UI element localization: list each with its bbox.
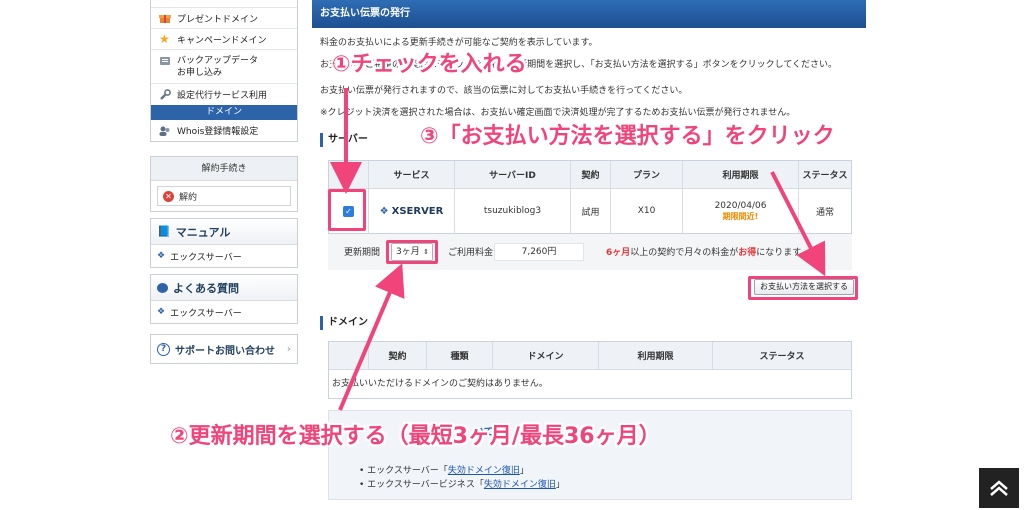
star-icon: ★ bbox=[159, 32, 170, 46]
wrench-icon bbox=[159, 88, 171, 101]
sidebar-manual-link-label: エックスサーバー bbox=[170, 252, 242, 263]
sidebar-item-label: 解約 bbox=[179, 192, 198, 203]
header-cell: 種類 bbox=[427, 342, 493, 370]
header-cell: プラン bbox=[611, 161, 683, 189]
expiry-warning: 期限間近! bbox=[722, 211, 759, 221]
xserver-mark-icon: ❖ bbox=[379, 205, 389, 217]
promo-highlight: お得 bbox=[738, 248, 757, 258]
promo-end: になります bbox=[756, 248, 802, 258]
sidebar-item-backup[interactable]: バックアップデータ お申し込み bbox=[151, 50, 297, 84]
header-cell: 利用期限 bbox=[683, 161, 799, 189]
question-icon: ? bbox=[157, 342, 170, 356]
sidebar-faq-link[interactable]: ❖ エックスサーバー bbox=[151, 301, 297, 323]
sidebar-cancel-heading: 解約手続き bbox=[151, 157, 297, 181]
annotation-step3: ③「お支払い方法を選択する」をクリック bbox=[420, 124, 835, 149]
expiry-cell: 2020/04/06 期限間近! bbox=[683, 189, 799, 233]
renewal-label: 更新期間 bbox=[344, 248, 381, 258]
renewal-select-highlight bbox=[386, 240, 438, 264]
sidebar-item-setup-service[interactable]: 設定代行サービス利用 bbox=[151, 84, 297, 105]
sidebar-manual-label: マニュアル bbox=[175, 225, 231, 239]
sidebar-faq-title: よくある質問 bbox=[151, 275, 297, 301]
page-title: お支払い伝票の発行 bbox=[312, 0, 866, 28]
server-id-cell: tsuzukiblog3 bbox=[455, 189, 571, 233]
annotation-step1: ①チェックを入れる bbox=[332, 52, 527, 77]
expired-domain-recovery-link[interactable]: 失効ドメイン復旧 bbox=[448, 466, 520, 476]
sidebar-faq-link-label: エックスサーバー bbox=[170, 308, 242, 319]
domain-table-header: 契約 種類 ドメイン 利用期限 ステータス bbox=[329, 342, 851, 370]
header-cell-select bbox=[329, 161, 369, 189]
sidebar-item-cut bbox=[151, 0, 297, 8]
sidebar-domain-heading: ドメイン bbox=[151, 105, 297, 120]
sidebar-item-label: Whois登録情報設定 bbox=[177, 127, 259, 137]
annotation-step2: ②更新期間を選択する（最短3ヶ月/最長36ヶ月） bbox=[170, 424, 661, 449]
header-cell: ステータス bbox=[799, 161, 851, 189]
sidebar-item-whois[interactable]: Whois登録情報設定 bbox=[151, 120, 297, 141]
chevron-right-icon: › bbox=[286, 343, 291, 355]
domain-empty-message: お支払いいただけるドメインのご契約はありません。 bbox=[332, 379, 548, 389]
header-cell: 契約 bbox=[571, 161, 611, 189]
promo-highlight: 6ヶ月 bbox=[606, 248, 631, 258]
backup-icon bbox=[159, 55, 171, 67]
header-cell: サーバーID bbox=[455, 161, 571, 189]
expiry-date: 2020/04/06 bbox=[714, 200, 767, 211]
status-cell: 通常 bbox=[815, 207, 834, 218]
sidebar-menu-group: プレゼントドメイン ★ キャンペーンドメイン バックアップデータ お申し込み 設定… bbox=[150, 0, 298, 142]
header-cell: ドメイン bbox=[493, 342, 599, 370]
sidebar-faq-box: よくある質問 ❖ エックスサーバー bbox=[150, 274, 298, 324]
cancel-icon: ✕ bbox=[163, 190, 174, 202]
sidebar-support-box[interactable]: ? サポートお問い合わせ › bbox=[150, 334, 298, 364]
domain-section-heading: ドメイン bbox=[320, 316, 368, 330]
diamond-icon: ❖ bbox=[157, 251, 166, 261]
sidebar-cancel-box: 解約手続き ✕ 解約 bbox=[150, 156, 298, 212]
gift-icon bbox=[159, 12, 171, 24]
domain-table: 契約 種類 ドメイン 利用期限 ステータス お支払いいただけるドメインのご契約は… bbox=[328, 341, 852, 399]
service-name: XSERVER bbox=[391, 205, 444, 217]
checkbox-highlight bbox=[328, 189, 366, 231]
sidebar-item-campaign-domain[interactable]: ★ キャンペーンドメイン bbox=[151, 29, 297, 50]
sidebar-manual-title: 📘 マニュアル bbox=[151, 219, 297, 245]
payment-button-highlight bbox=[748, 276, 858, 300]
xserver-logo: ❖ XSERVER bbox=[380, 206, 444, 217]
sidebar-manual-box: 📘 マニュアル ❖ エックスサーバー bbox=[150, 218, 298, 268]
book-icon: 📘 bbox=[157, 225, 171, 238]
sidebar-cancel-wrap: ✕ 解約 bbox=[151, 181, 297, 211]
sidebar: プレゼントドメイン ★ キャンペーンドメイン バックアップデータ お申し込み 設定… bbox=[150, 0, 298, 364]
list-item: • エックスサーバービジネス「失効ドメイン復旧」 bbox=[359, 480, 565, 490]
header-cell: ステータス bbox=[713, 342, 851, 370]
fee-value: 7,260円 bbox=[494, 243, 584, 261]
sidebar-item-label: 設定代行サービス利用 bbox=[177, 91, 268, 101]
sidebar-item-label: プレゼントドメイン bbox=[177, 14, 259, 25]
server-table: サービス サーバーID 契約 プラン 利用期限 ステータス ✓ ❖ XSERVER… bbox=[328, 160, 852, 234]
header-cell: 契約 bbox=[369, 342, 427, 370]
sidebar-item-label: バックアップデータ お申し込み bbox=[177, 56, 259, 78]
header-cell-select bbox=[329, 342, 369, 370]
service-cell: ❖ XSERVER bbox=[369, 189, 455, 233]
table-row: ✓ ❖ XSERVER tsuzukiblog3 試用 X10 2020/04/0… bbox=[329, 189, 851, 233]
sidebar-item-label: キャンペーンドメイン bbox=[177, 35, 267, 46]
promo-middle: 以上の契約で月々の料金が bbox=[630, 248, 739, 258]
expired-domain-recovery-link[interactable]: 失効ドメイン復旧 bbox=[484, 480, 556, 490]
header-cell: サービス bbox=[369, 161, 455, 189]
sidebar-support-link[interactable]: ? サポートお問い合わせ › bbox=[151, 335, 297, 363]
sidebar-manual-link[interactable]: ❖ エックスサーバー bbox=[151, 245, 297, 267]
speech-bubble-icon bbox=[157, 282, 168, 293]
sidebar-item-present-domain[interactable]: プレゼントドメイン bbox=[151, 8, 297, 29]
sidebar-faq-label: よくある質問 bbox=[173, 281, 239, 295]
users-icon bbox=[159, 125, 171, 137]
plan-cell: X10 bbox=[611, 189, 683, 233]
scroll-to-top-button[interactable] bbox=[979, 468, 1019, 508]
list-item: • エックスサーバー「失効ドメイン復旧」 bbox=[359, 466, 529, 476]
sidebar-support-label: サポートお問い合わせ bbox=[175, 345, 275, 357]
sidebar-item-cancel[interactable]: ✕ 解約 bbox=[157, 186, 291, 206]
contract-cell: 試用 bbox=[571, 189, 611, 233]
server-table-header: サービス サーバーID 契約 プラン 利用期限 ステータス bbox=[329, 161, 851, 189]
desc-line-3: お支払い伝票が発行されますので、該当の伝票に対してお支払い手続きを行ってください… bbox=[320, 86, 688, 96]
double-chevron-up-icon bbox=[990, 480, 1008, 496]
header-cell: 利用期限 bbox=[599, 342, 713, 370]
fee-label: ご利用料金 bbox=[448, 248, 494, 258]
promo-text: 6ヶ月以上の契約で月々の料金がお得になります bbox=[606, 245, 801, 258]
server-section-heading: サーバー bbox=[320, 133, 368, 147]
diamond-icon: ❖ bbox=[157, 307, 166, 317]
